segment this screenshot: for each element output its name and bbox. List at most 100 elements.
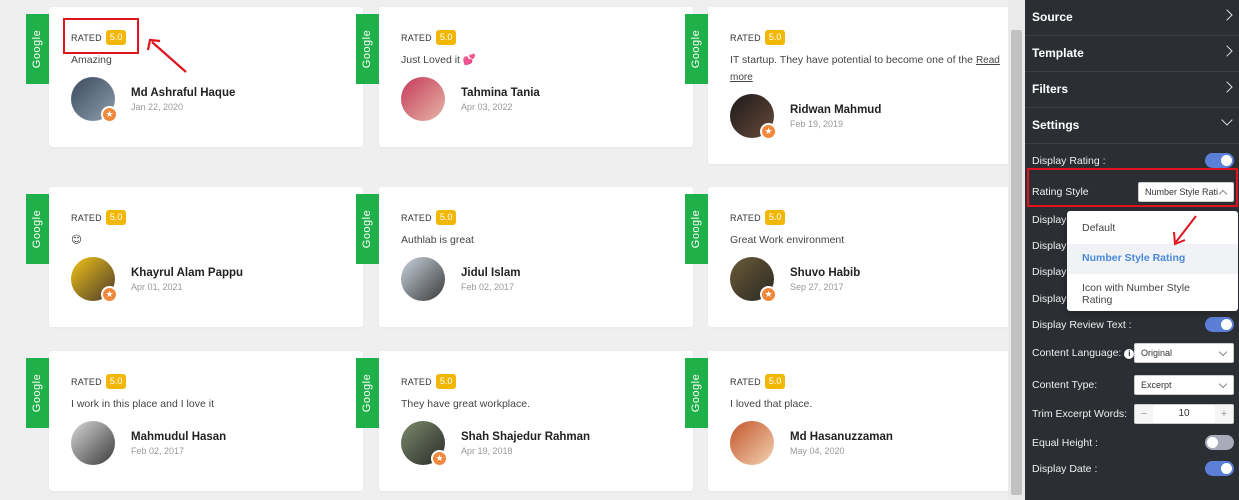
content-language-select[interactable]: Original (1134, 343, 1234, 363)
scrollbar-thumb[interactable] (1011, 30, 1022, 495)
reviewer: ★ Ridwan Mahmud Feb 19, 2019 (730, 94, 881, 140)
reviewer: Jidul Islam Feb 02, 2017 (401, 257, 520, 301)
rating-row: RATED 5.0 (401, 30, 457, 45)
rating-badge: 5.0 (435, 30, 457, 45)
highlight-box (63, 18, 139, 54)
review-date: Jan 22, 2020 (131, 101, 184, 112)
chevron-right-icon (1221, 45, 1233, 57)
review-card: Google RATED 5.0 Great Work environment … (685, 187, 1008, 327)
google-source-tab: Google (356, 14, 379, 84)
reviewer-name: Jidul Islam (461, 266, 521, 279)
google-source-tab: Google (26, 358, 49, 428)
rating-badge: 5.0 (435, 210, 457, 225)
review-card: Google RATED 5.0 Just Loved it 💕 Tahmina… (356, 7, 693, 147)
rating-badge: 5.0 (764, 210, 786, 225)
reviewer-name: Shuvo Habib (790, 266, 861, 279)
section-template[interactable]: Template (1025, 36, 1239, 72)
google-source-tab: Google (26, 194, 49, 264)
annotation-arrow-icon (1173, 215, 1197, 246)
equal-height-toggle[interactable] (1205, 435, 1234, 450)
rated-label: RATED (71, 212, 102, 223)
rating-row: RATED 5.0 (71, 210, 127, 225)
trim-excerpt-stepper[interactable]: − 10 + (1134, 404, 1234, 424)
section-filters[interactable]: Filters (1025, 72, 1239, 108)
equal-height-label: Equal Height : (1032, 437, 1098, 449)
review-text: Great Work environment (730, 234, 845, 246)
rating-row: RATED 5.0 (401, 210, 457, 225)
review-date: Feb 02, 2017 (461, 281, 515, 292)
reviewer-name: Khayrul Alam Pappu (131, 266, 244, 279)
review-text: Just Loved it 💕 (401, 54, 476, 66)
review-text: 😊 (71, 234, 82, 246)
increment-button[interactable]: + (1215, 405, 1233, 423)
review-date: Feb 02, 2017 (131, 445, 185, 456)
display-date-row: Display Date : (1032, 459, 1234, 479)
rated-label: RATED (401, 32, 432, 43)
content-type-row: Content Type: Excerpt (1032, 375, 1234, 395)
display-date-label: Display Date : (1032, 463, 1098, 475)
star-icon: ★ (760, 286, 777, 303)
info-icon[interactable]: i (1124, 349, 1135, 359)
rated-label: RATED (401, 212, 432, 223)
display-date-toggle[interactable] (1205, 461, 1234, 476)
rating-badge: 5.0 (764, 30, 786, 45)
content-type-select[interactable]: Excerpt (1134, 375, 1234, 395)
rated-label: RATED (401, 376, 432, 387)
chevron-right-icon (1221, 9, 1233, 21)
avatar: ★ (71, 77, 118, 123)
rating-badge: 5.0 (764, 374, 786, 389)
section-settings[interactable]: Settings (1025, 108, 1239, 144)
review-text: I work in this place and I love it (71, 398, 214, 410)
content-language-row: Content Language: i Original (1032, 343, 1234, 363)
review-card: Google RATED 5.0 I loved that place. Md … (685, 351, 1008, 491)
chevron-down-icon (1221, 114, 1233, 126)
highlight-box (1027, 168, 1238, 207)
avatar (401, 77, 445, 121)
google-source-tab: Google (26, 14, 49, 84)
review-card: Google RATED 5.0 I work in this place an… (26, 351, 363, 491)
star-icon: ★ (101, 286, 118, 303)
avatar (730, 421, 774, 465)
reviewer: Md Hasanuzzaman May 04, 2020 (730, 421, 893, 465)
rating-row: RATED 5.0 (71, 374, 127, 389)
display-review-text-label: Display Review Text : (1032, 319, 1132, 331)
reviewer-name: Mahmudul Hasan (131, 430, 227, 443)
reviewer-name: Shah Shajedur Rahman (461, 430, 591, 443)
star-icon: ★ (760, 123, 777, 140)
trim-excerpt-label: Trim Excerpt Words: (1032, 408, 1128, 420)
review-text: They have great workplace. (401, 398, 530, 410)
review-text: IT startup. They have potential to becom… (730, 54, 1000, 83)
avatar: ★ (730, 257, 777, 303)
dropdown-option-number-style[interactable]: Number Style Rating (1067, 244, 1238, 274)
review-card: Google RATED 5.0 Authlab is great Jidul … (356, 187, 693, 327)
review-date: Feb 19, 2019 (790, 118, 844, 129)
dropdown-option-default[interactable]: Default (1067, 214, 1238, 244)
chevron-down-icon (1218, 347, 1228, 357)
review-date: Apr 19, 2018 (461, 445, 513, 456)
avatar: ★ (401, 421, 448, 467)
reviewer: ★ Md Ashraful Haque Jan 22, 2020 (71, 77, 236, 123)
rated-label: RATED (730, 212, 761, 223)
rated-label: RATED (730, 376, 761, 387)
dropdown-option-icon-number-style[interactable]: Icon with Number Style Rating (1067, 274, 1238, 306)
display-rating-toggle[interactable] (1205, 153, 1234, 168)
equal-height-row: Equal Height : (1032, 433, 1234, 453)
rated-label: RATED (730, 32, 761, 43)
review-date: Apr 03, 2022 (461, 101, 513, 112)
google-source-tab: Google (356, 358, 379, 428)
google-source-tab: Google (356, 194, 379, 264)
section-source[interactable]: Source (1025, 0, 1239, 36)
reviewer: ★ Shuvo Habib Sep 27, 2017 (730, 257, 861, 303)
rating-badge: 5.0 (435, 374, 457, 389)
review-canvas: Google RATED 5.0 Amazing ★ Md Ashraful H… (0, 0, 1008, 500)
decrement-button[interactable]: − (1135, 405, 1153, 423)
review-card: Google RATED 5.0 😊 ★ Khayrul Alam Pappu A… (26, 187, 363, 327)
display-review-text-row: Display Review Text : (1032, 315, 1234, 335)
google-source-tab: Google (685, 194, 708, 264)
display-review-text-toggle[interactable] (1205, 317, 1234, 332)
reviewer-name: Md Ashraful Haque (131, 86, 236, 99)
display-rating-label: Display Rating : (1032, 155, 1106, 167)
review-date: Sep 27, 2017 (790, 281, 844, 292)
trim-excerpt-row: Trim Excerpt Words: − 10 + (1032, 404, 1234, 424)
trim-excerpt-value[interactable]: 10 (1153, 405, 1215, 423)
